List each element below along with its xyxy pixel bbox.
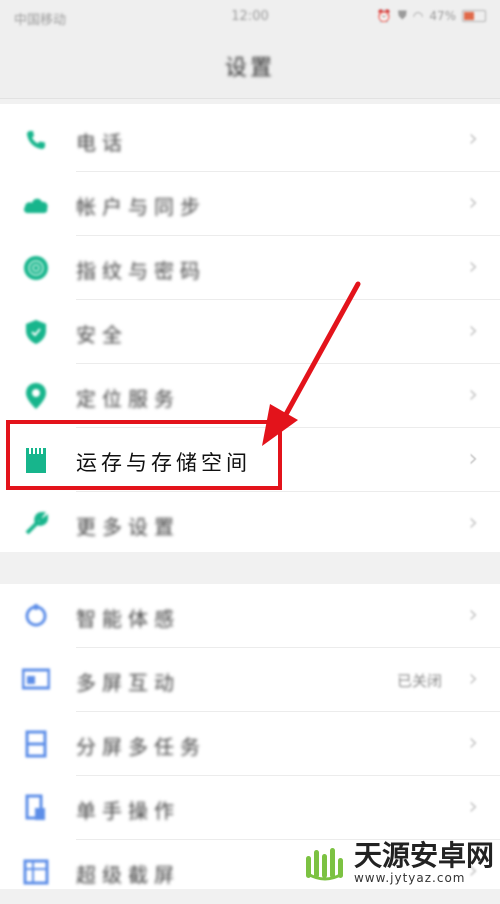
android-logo-icon: [302, 844, 348, 882]
watermark-title: 天源安卓网: [353, 839, 494, 873]
watermark: 天源安卓网 www.jytyaz.com: [302, 839, 494, 885]
red-arrow-icon: [262, 281, 361, 446]
watermark-url: www.jytyaz.com: [353, 870, 466, 885]
